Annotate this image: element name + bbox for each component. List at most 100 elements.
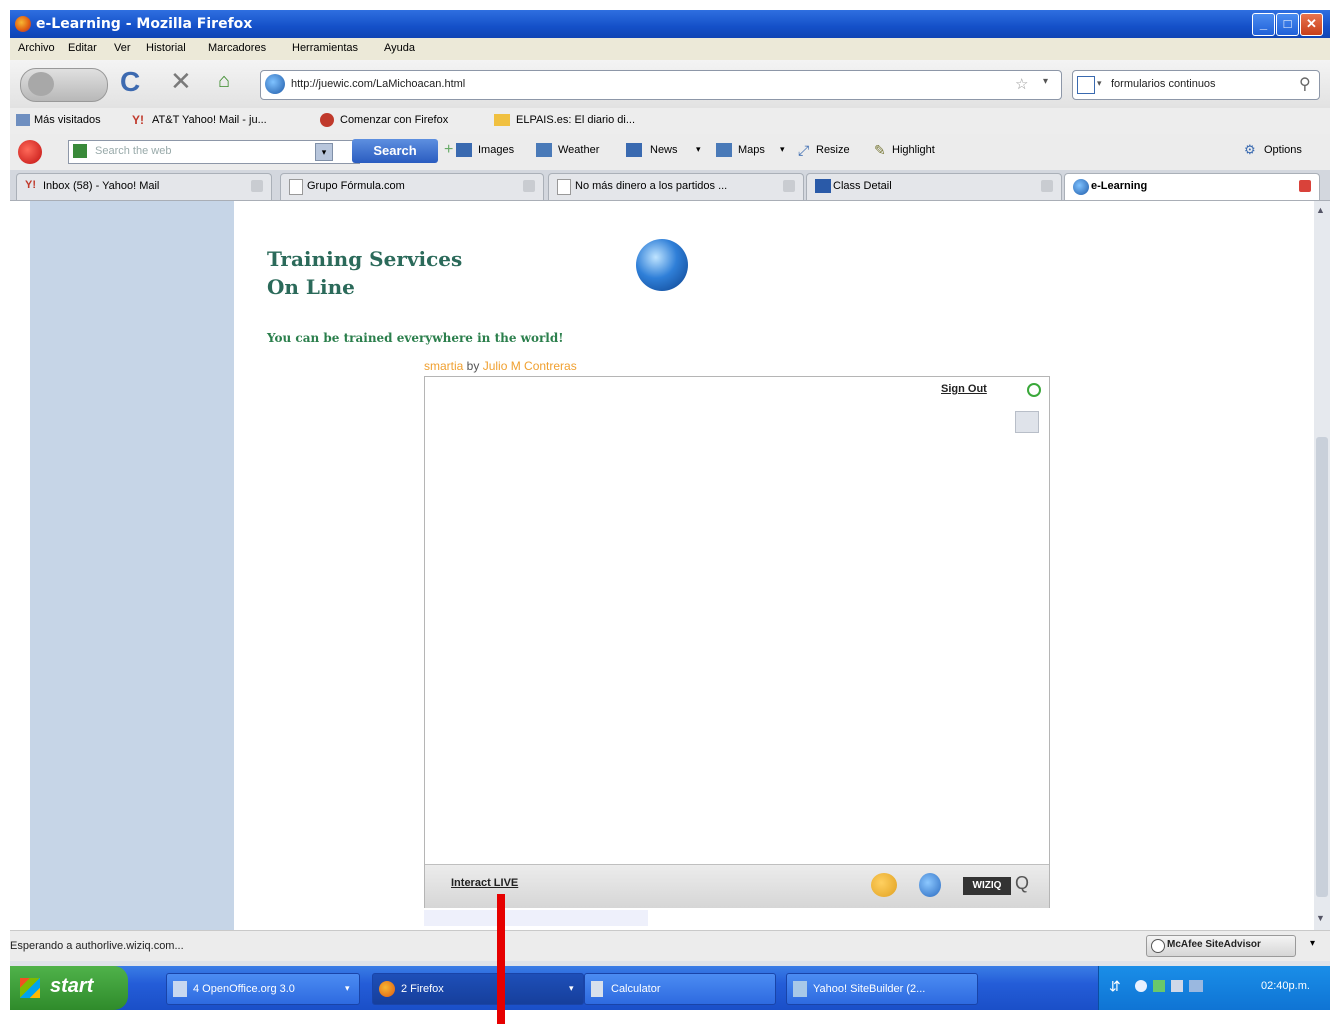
taskbar-dropdown-icon: ▾ [569,983,574,993]
vertical-scrollbar[interactable]: ▲ ▼ [1314,201,1330,930]
menu-historial[interactable]: Historial [146,42,186,54]
siteadvisor-icon [1151,939,1165,953]
yahoo-toolbar: Search the web ▾ Search + Images Weather… [10,134,1330,171]
tab-class-detail[interactable]: Class Detail [806,173,1062,200]
clock: 02:40p.m. [1261,980,1310,992]
online-status-icon [1027,383,1041,397]
menu-herramientas[interactable]: Herramientas [292,42,358,54]
home-icon[interactable]: ⌂ [218,70,230,93]
toolbar-highlight[interactable]: Highlight [892,144,935,156]
tab-close-icon[interactable] [251,180,263,192]
menu-ver[interactable]: Ver [114,42,131,54]
tab-yahoo-mail[interactable]: Y! Inbox (58) - Yahoo! Mail [16,173,272,200]
taskbar-calculator-label: Calculator [611,983,661,995]
widget-footer: Interact LIVE WIZIQ Q [425,864,1049,908]
tab-close-icon[interactable] [1299,180,1311,192]
tab-close-icon[interactable] [523,180,535,192]
news-icon [626,143,642,157]
bookmark-star-icon[interactable]: ☆ [1015,75,1028,93]
search-engine-dropdown-icon[interactable]: ▾ [1097,78,1102,89]
menu-bar: Archivo Editar Ver Historial Marcadores … [10,38,1330,60]
tab-label: e-Learning [1091,180,1148,192]
toolbar-options[interactable]: Options [1264,144,1302,156]
toolbar-weather[interactable]: Weather [558,144,599,156]
chat-icon[interactable] [1015,411,1039,433]
scroll-thumb[interactable] [1316,437,1328,897]
toolbar-news[interactable]: News [650,144,678,156]
language-icon[interactable] [1189,980,1203,992]
search-magnifier-icon[interactable]: ⚲ [1299,74,1311,94]
scroll-up-icon[interactable]: ▲ [1316,205,1328,217]
site-globe-icon [265,74,285,94]
news-dropdown-icon[interactable]: ▾ [696,144,701,155]
resize-icon: ⤢ [798,142,810,158]
users-icon[interactable] [871,873,897,897]
menu-editar[interactable]: Editar [68,42,97,54]
search-box[interactable]: ▾ formularios continuos ⚲ [1072,70,1320,100]
menu-marcadores[interactable]: Marcadores [208,42,266,54]
most-visited-icon [16,114,30,126]
siteadvisor-dropdown-icon[interactable]: ▾ [1310,938,1315,949]
reload-icon[interactable]: C [120,66,140,98]
user-icon[interactable] [919,873,941,897]
bookmark-att-yahoo[interactable]: AT&T Yahoo! Mail - ju... [152,114,267,126]
tray-app-icon[interactable] [1135,980,1147,992]
taskbar-sitebuilder[interactable]: Yahoo! SiteBuilder (2... [786,973,978,1005]
page-icon [557,179,571,195]
toolbar-search-input[interactable]: Search the web ▾ [68,140,360,164]
credit-prefix-link[interactable]: smartia [424,359,463,373]
toolbar-maps[interactable]: Maps [738,144,765,156]
annotation-arrow [497,894,505,1024]
tab-close-icon[interactable] [783,180,795,192]
taskbar-sitebuilder-label: Yahoo! SiteBuilder (2... [813,983,926,995]
taskbar-firefox[interactable]: 2 Firefox ▾ [372,973,584,1005]
volume-icon[interactable] [1171,980,1183,992]
highlight-icon: ✎ [874,142,886,158]
loading-placeholder [424,910,648,926]
tab-e-learning[interactable]: e-Learning [1064,173,1320,200]
search-engine-icon[interactable] [1077,76,1095,94]
scroll-down-icon[interactable]: ▼ [1316,913,1328,925]
tagline: You can be trained everywhere in the wor… [267,331,564,345]
close-button[interactable]: ✕ [1300,13,1323,36]
tab-label: Class Detail [833,180,892,192]
security-icon[interactable] [1153,980,1165,992]
maximize-button[interactable]: □ [1276,13,1299,36]
toolbar-resize[interactable]: Resize [816,144,850,156]
network-icon[interactable]: ⇵ [1109,978,1121,995]
url-bar[interactable]: http://juewic.com/LaMichoacan.html ☆ ▾ [260,70,1062,100]
siteadvisor-button[interactable]: McAfee SiteAdvisor [1146,935,1296,957]
bookmarks-toolbar: Más visitados Y! AT&T Yahoo! Mail - ju..… [10,108,1330,135]
add-plus-icon[interactable]: + [444,141,453,159]
taskbar-openoffice[interactable]: 4 OpenOffice.org 3.0 ▾ [166,973,360,1005]
att-icon: Y! [132,113,144,127]
url-dropdown-icon[interactable]: ▾ [1043,76,1048,87]
images-icon [456,143,472,157]
tab-grupo-formula[interactable]: Grupo Fórmula.com [280,173,544,200]
toolbar-images[interactable]: Images [478,144,514,156]
yahoo-logo-icon[interactable] [18,140,42,164]
search-scope-icon [73,144,87,158]
sign-out-link[interactable]: Sign Out [941,383,987,395]
start-label: start [50,975,94,997]
menu-ayuda[interactable]: Ayuda [384,42,415,54]
tab-no-mas-dinero[interactable]: No más dinero a los partidos ... [548,173,804,200]
interact-live-link[interactable]: Interact LIVE [451,877,518,889]
bookmark-elpais[interactable]: ELPAIS.es: El diario di... [516,114,635,126]
bookmark-most-visited[interactable]: Más visitados [34,114,101,126]
menu-archivo[interactable]: Archivo [18,42,55,54]
start-button[interactable]: start [10,966,128,1010]
maps-dropdown-icon[interactable]: ▾ [780,144,785,155]
search-dropdown-icon[interactable]: ▾ [315,143,333,161]
credit-author-link[interactable]: Julio M Contreras [483,359,577,373]
stop-icon[interactable]: ✕ [170,66,192,97]
bookmark-comenzar-firefox[interactable]: Comenzar con Firefox [340,114,448,126]
taskbar-calculator[interactable]: Calculator [584,973,776,1005]
tab-label: Grupo Fórmula.com [307,180,405,192]
system-tray: ⇵ 02:40p.m. [1098,966,1330,1010]
minimize-button[interactable]: _ [1252,13,1275,36]
toolbar-search-button[interactable]: Search [352,139,438,163]
tab-close-icon[interactable] [1041,180,1053,192]
credit-line: smartia by Julio M Contreras [424,359,577,373]
globe-logo-icon [636,239,688,291]
